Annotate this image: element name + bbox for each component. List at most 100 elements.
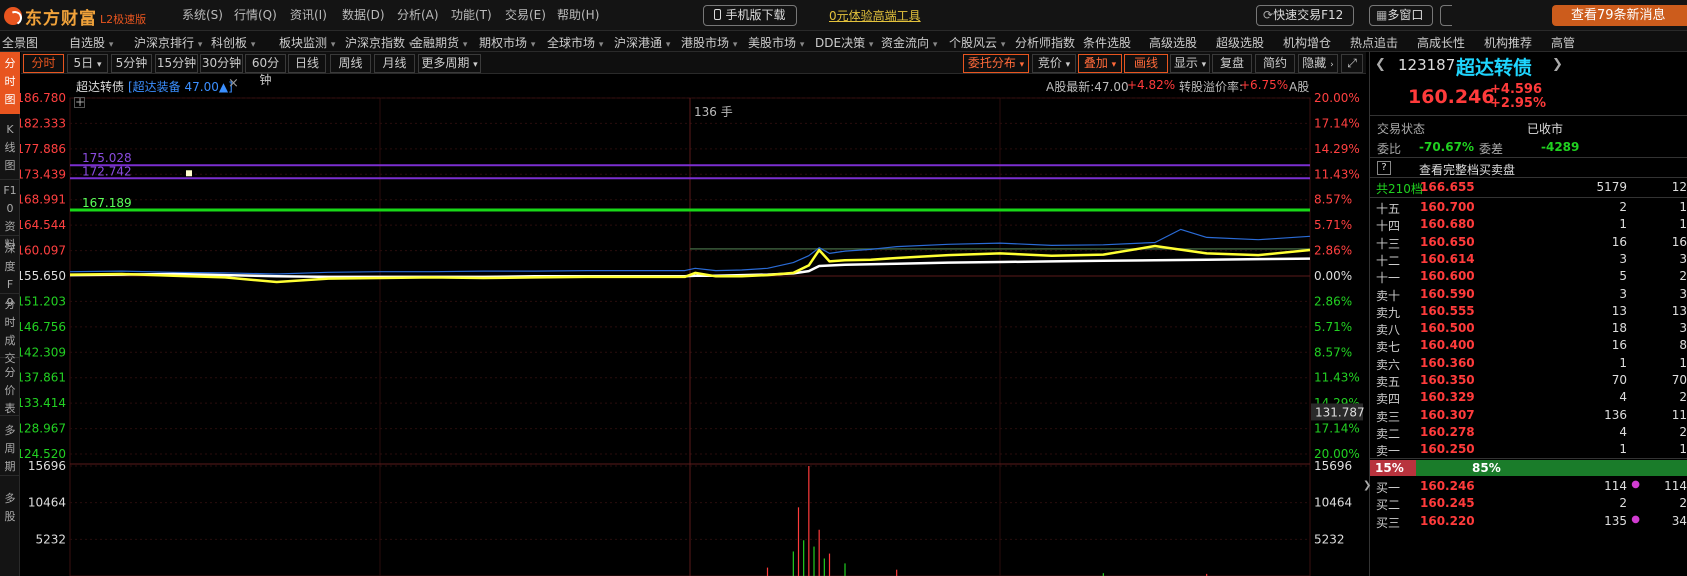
nav-item-analyst-index[interactable]: 分析师指数 xyxy=(1015,34,1075,51)
tab-multi-stock[interactable]: 多股 xyxy=(0,490,20,542)
caret-down-icon: ▾ xyxy=(1201,60,1207,70)
menu-help[interactable]: 帮助(H) xyxy=(557,6,599,26)
multi-window-button[interactable]: ▦多窗口 xyxy=(1369,5,1433,26)
nav-item-advanced-picker[interactable]: 高级选股 xyxy=(1149,34,1197,51)
nav-item-institution-pick[interactable]: 机构推荐 xyxy=(1484,34,1532,51)
period-5day[interactable]: 5日 ▾ xyxy=(67,54,108,73)
zoom-plus-icon[interactable]: + xyxy=(74,96,85,108)
close-overlay-icon[interactable]: × xyxy=(228,76,239,91)
mobile-download-label: 手机版下载 xyxy=(725,8,786,22)
sell-level-row[interactable]: 卖七 160.400 16 8 xyxy=(1375,338,1687,357)
period-30min[interactable]: 30分钟 xyxy=(200,54,243,73)
sell-level-row[interactable]: 十四 160.680 1 1 xyxy=(1375,217,1687,236)
period-monthly[interactable]: 月线 xyxy=(374,54,415,73)
nav-item-options[interactable]: 期权市场 ▾ xyxy=(479,34,535,51)
trial-link[interactable]: 0元体验高端工具 xyxy=(829,7,921,24)
tab-multi-period[interactable]: 多周期 xyxy=(0,422,20,476)
tab-intraday[interactable]: 分时图 xyxy=(0,52,20,114)
full-book-link[interactable]: 查看完整档买卖盘 xyxy=(1419,161,1515,178)
nav-item-connect[interactable]: 沪深港通 ▾ xyxy=(614,34,670,51)
nav-item-institution-add[interactable]: 机构增仓 xyxy=(1283,34,1331,51)
app-logo[interactable]: 东方财富 L2极速版 xyxy=(4,4,146,29)
sell-level-row[interactable]: 卖二 160.278 4 2 xyxy=(1375,425,1687,444)
nav-item-star-market[interactable]: 科创板 ▾ xyxy=(211,34,255,51)
nav-item-financial-futures[interactable]: 金融期货 ▾ xyxy=(411,34,467,51)
draw-line-button[interactable]: 画线 xyxy=(1124,54,1168,73)
nav-item-hotspot[interactable]: 热点追击 xyxy=(1350,34,1398,51)
menu-function[interactable]: 功能(T) xyxy=(451,6,492,26)
menu-news[interactable]: 资讯(I) xyxy=(290,6,327,26)
sell-level-row[interactable]: 卖九 160.555 13 13 xyxy=(1375,304,1687,323)
nav-item-us[interactable]: 美股市场 ▾ xyxy=(748,34,804,51)
sell-level-row[interactable]: 十一 160.600 5 2 xyxy=(1375,269,1687,288)
nav-item-sector-monitor[interactable]: 板块监测 ▾ xyxy=(279,34,335,51)
period-daily[interactable]: 日线 xyxy=(288,54,326,73)
menu-data[interactable]: 数据(D) xyxy=(342,6,385,26)
buy-level-row[interactable]: 买三 160.220 135 ● 34 xyxy=(1375,514,1687,533)
tab-f10[interactable]: F10资料 xyxy=(0,182,20,251)
sell-level-row[interactable]: 卖五 160.350 70 70 xyxy=(1375,373,1687,392)
menu-trade[interactable]: 交易(E) xyxy=(505,6,546,26)
overlay-button[interactable]: 叠加 ▾ xyxy=(1078,54,1122,73)
nav-item-high-growth[interactable]: 高成长性 xyxy=(1417,34,1465,51)
period-5min[interactable]: 5分钟 xyxy=(111,54,152,73)
nav-item-condition-picker[interactable]: 条件选股 xyxy=(1083,34,1131,51)
sell-level-row[interactable]: 十五 160.700 2 1 xyxy=(1375,200,1687,219)
nav-item-global[interactable]: 全球市场 ▾ xyxy=(547,34,603,51)
sell-level-row[interactable]: 十三 160.650 16 16 xyxy=(1375,235,1687,254)
nav-item-stock-news[interactable]: 个股风云 ▾ xyxy=(949,34,1005,51)
level-orders: 1 xyxy=(1679,355,1687,370)
sell-level-row[interactable]: 卖六 160.360 1 1 xyxy=(1375,356,1687,375)
tab-price-table[interactable]: 分价表 xyxy=(0,364,20,416)
level-label: 卖五 xyxy=(1376,375,1401,389)
period-60min[interactable]: 60分钟 xyxy=(245,54,286,87)
auction-button[interactable]: 竞价 ▾ xyxy=(1032,54,1076,73)
level-price: 160.600 xyxy=(1420,269,1475,284)
nav-item-ranking[interactable]: 沪深京排行 ▾ xyxy=(134,34,202,51)
simple-button[interactable]: 简约 xyxy=(1255,54,1295,73)
nav-item-capital-flow[interactable]: 资金流向 ▾ xyxy=(881,34,937,51)
nav-item-super-picker[interactable]: 超级选股 xyxy=(1216,34,1264,51)
sell-level-row[interactable]: 卖四 160.329 4 2 xyxy=(1375,390,1687,409)
mobile-download-button[interactable]: 手机版下载 xyxy=(703,5,797,26)
nav-item-index[interactable]: 沪深京指数 ▾ xyxy=(345,34,413,51)
nav-item-executive[interactable]: 高管 xyxy=(1551,34,1591,51)
order-distribution-button[interactable]: 委托分布 ▾ xyxy=(963,54,1029,73)
hide-button[interactable]: 隐藏 › xyxy=(1298,54,1338,73)
tab-tick-trades[interactable]: 分时成交 xyxy=(0,296,20,365)
display-button[interactable]: 显示 ▾ xyxy=(1170,54,1210,73)
period-more[interactable]: 更多周期 ▾ xyxy=(418,54,481,73)
buy-level-row[interactable]: 买二 160.245 2 2 xyxy=(1375,496,1687,515)
volume-bars xyxy=(766,466,1208,576)
quick-trade-button[interactable]: ⟳快速交易F12 xyxy=(1256,5,1354,26)
nav-item-hk[interactable]: 港股市场 ▾ xyxy=(681,34,737,51)
replay-button[interactable]: 复盘 xyxy=(1212,54,1252,73)
tab-kline[interactable]: K线图 xyxy=(0,118,20,180)
reference-label: 175.028 xyxy=(82,151,132,165)
menu-system[interactable]: 系统(S) xyxy=(182,6,223,26)
collapse-panel-icon[interactable]: ❯ xyxy=(1363,480,1371,496)
intraday-chart[interactable]: 175.028172.742 167.189 186.780 20.00% 182.3… xyxy=(20,92,1369,576)
level-vol: 13 xyxy=(1611,303,1627,318)
sell-level-row[interactable]: 卖八 160.500 18 3 xyxy=(1375,321,1687,340)
prev-stock-icon[interactable]: ❮ xyxy=(1375,57,1386,72)
sell-level-row[interactable]: 卖三 160.307 136 11 xyxy=(1375,408,1687,427)
menu-analysis[interactable]: 分析(A) xyxy=(397,6,439,26)
total-price: 166.655 xyxy=(1420,180,1475,194)
menu-market[interactable]: 行情(Q) xyxy=(234,6,277,26)
level-vol: 3 xyxy=(1619,251,1627,266)
expand-icon[interactable]: ⤢ xyxy=(1341,54,1363,73)
next-stock-icon[interactable]: ❯ xyxy=(1552,57,1563,72)
nav-item-watchlist[interactable]: 自选股 ▾ xyxy=(69,34,113,51)
help-icon[interactable]: ? xyxy=(1377,161,1391,175)
nav-item-panorama[interactable]: 全景图 xyxy=(2,34,38,51)
period-15min[interactable]: 15分钟 xyxy=(155,54,198,73)
period-intraday[interactable]: 分时 xyxy=(23,54,64,73)
news-button[interactable]: 查看79条新消息 xyxy=(1552,5,1687,26)
period-weekly[interactable]: 周线 xyxy=(330,54,371,73)
sell-level-row[interactable]: 十二 160.614 3 3 xyxy=(1375,252,1687,271)
nav-item-dde[interactable]: DDE决策 ▾ xyxy=(815,34,873,51)
buy-level-row[interactable]: 买一 160.246 114 ● 114 xyxy=(1375,479,1687,498)
sell-level-row[interactable]: 卖十 160.590 3 3 xyxy=(1375,287,1687,306)
tab-depth[interactable]: 深度F9 xyxy=(0,240,20,309)
